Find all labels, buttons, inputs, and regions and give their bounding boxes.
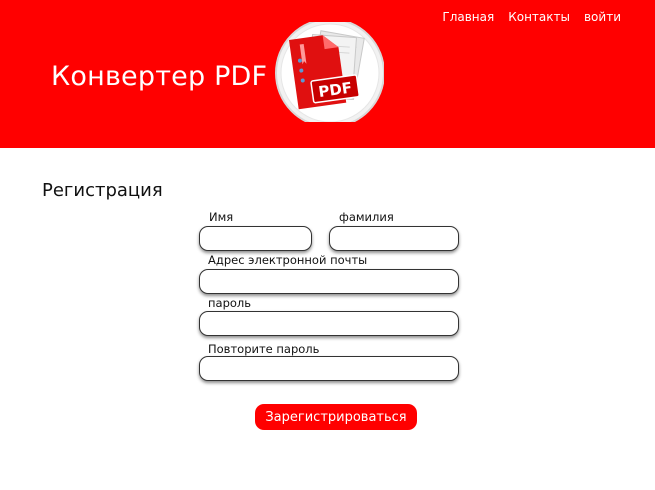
main-nav: Главная Контакты войти: [442, 10, 621, 24]
password-label: пароль: [208, 296, 252, 310]
nav-home-link[interactable]: Главная: [442, 10, 494, 24]
confirm-password-field[interactable]: [199, 356, 459, 381]
first-name-label: Имя: [209, 210, 234, 224]
last-name-label: фамилия: [339, 210, 394, 224]
password-field[interactable]: [199, 311, 459, 336]
last-name-field[interactable]: [329, 226, 459, 251]
site-header: Конвертер PDF PDF Главная Контакты войти: [0, 0, 655, 148]
pdf-logo: PDF: [274, 18, 385, 128]
email-label: Адрес электронной почты: [208, 253, 368, 267]
nav-login-link[interactable]: войти: [584, 10, 621, 24]
first-name-field[interactable]: [199, 226, 312, 251]
email-field[interactable]: [199, 269, 459, 294]
registration-title: Регистрация: [42, 180, 163, 201]
confirm-password-label: Повторите пароль: [208, 342, 320, 356]
nav-contacts-link[interactable]: Контакты: [508, 10, 570, 24]
pdf-document-icon: PDF: [275, 18, 385, 128]
register-button[interactable]: Зарегистрироваться: [255, 404, 417, 430]
site-title: Конвертер PDF: [51, 61, 268, 92]
